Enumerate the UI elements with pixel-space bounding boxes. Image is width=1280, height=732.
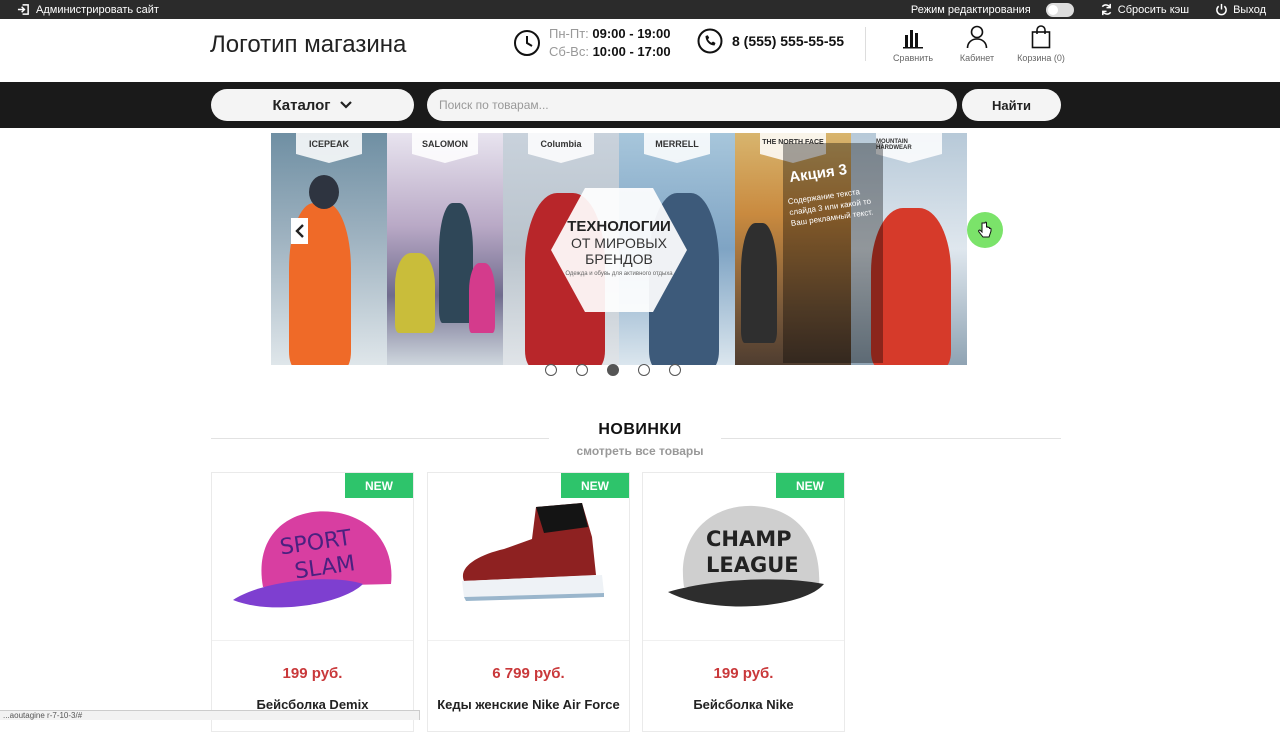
slider-dot-1[interactable] — [545, 364, 557, 376]
hiker-figure-2 — [439, 203, 473, 323]
header-divider — [865, 27, 866, 61]
hours-time-1: 09:00 - 19:00 — [592, 26, 671, 41]
slider-dot-4[interactable] — [638, 364, 650, 376]
promo-text: Содержание текста слайда 3 или какой то … — [787, 187, 874, 228]
admin-bar: Администрировать сайт Режим редактирован… — [0, 0, 1280, 19]
compare-label: Сравнить — [892, 53, 934, 63]
climber-figure-red — [871, 208, 951, 365]
phone-icon — [697, 28, 723, 54]
slide-panel-salomon: SALOMON — [387, 133, 503, 365]
product-name[interactable]: Бейсболка Nike — [643, 697, 844, 712]
edit-mode-toggle[interactable]: Режим редактирования — [910, 2, 1074, 17]
hours-time-2: 10:00 - 17:00 — [592, 44, 671, 59]
svg-text:LEAGUE: LEAGUE — [706, 553, 799, 577]
phone-number[interactable]: 8 (555) 555-55-55 — [732, 33, 844, 49]
hex-line-3: БРЕНДОВ — [585, 251, 653, 267]
clock-icon — [514, 30, 540, 56]
toggle-switch[interactable] — [1045, 2, 1074, 17]
compare-button[interactable]: Сравнить — [882, 23, 944, 63]
hex-line-2: ОТ МИРОВЫХ — [570, 235, 668, 251]
hours-days-2: Сб-Вс: — [549, 44, 589, 59]
bag-icon — [1031, 25, 1051, 49]
product-image[interactable]: SPORT SLAM — [212, 473, 413, 641]
browser-status-url: ...aoutagine r-7-10-3/# — [0, 710, 420, 720]
admin-site-link[interactable]: Администрировать сайт — [17, 0, 159, 19]
catalog-button[interactable]: Каталог — [211, 89, 414, 121]
product-price: 199 руб. — [282, 665, 343, 682]
product-card[interactable]: SPORT SLAM NEW 199 руб. Бейсболка Demix — [211, 472, 414, 732]
cart-label: Корзина (0) — [1017, 53, 1065, 63]
edit-mode-label: Режим редактирования — [910, 3, 1031, 16]
slider-prev-button[interactable] — [291, 218, 308, 244]
hours-days-1: Пн-Пт: — [549, 26, 589, 41]
product-price: 6 799 руб. — [492, 665, 565, 682]
logout-label: Выход — [1233, 3, 1266, 16]
product-image[interactable] — [428, 473, 629, 641]
search-button[interactable]: Найти — [962, 89, 1061, 121]
svg-text:CHAMP: CHAMP — [706, 527, 792, 551]
hiker-figure-3 — [469, 263, 495, 333]
refresh-icon — [1101, 3, 1112, 16]
chart-icon — [903, 30, 923, 49]
slide-panel-icepeak: ICEPEAK — [271, 133, 387, 365]
power-icon — [1216, 3, 1227, 16]
promo-title: Акция 3 — [788, 161, 849, 187]
product-card[interactable]: NEW 6 799 руб. Кеды женские Nike Air For… — [427, 472, 630, 732]
grey-cap-image: CHAMP LEAGUE — [667, 505, 824, 606]
brand-tag-icepeak: ICEPEAK — [296, 133, 362, 163]
hex-title: ТЕХНОЛОГИИ — [567, 218, 671, 235]
pink-cap-image: SPORT SLAM — [232, 510, 391, 607]
view-all-link[interactable]: смотреть все товары — [0, 444, 1280, 458]
new-badge: NEW — [561, 473, 629, 498]
phone-block: 8 (555) 555-55-55 — [697, 28, 844, 54]
logout-button[interactable]: Выход — [1215, 3, 1266, 16]
brand-tag-salomon: SALOMON — [412, 133, 478, 163]
product-card[interactable]: CHAMP LEAGUE NEW 199 руб. Бейсболка Nike — [642, 472, 845, 732]
hiker-figure — [395, 253, 435, 333]
slider-dot-2[interactable] — [576, 364, 588, 376]
climber-figure — [741, 223, 777, 343]
sneaker-image — [461, 502, 604, 601]
new-badge: NEW — [345, 473, 413, 498]
section-title: НОВИНКИ — [598, 421, 682, 438]
admin-site-label: Администрировать сайт — [36, 3, 159, 16]
account-button[interactable]: Кабинет — [946, 23, 1008, 63]
slider-dots — [545, 364, 681, 376]
product-price: 199 руб. — [713, 665, 774, 682]
chevron-down-icon — [339, 101, 352, 109]
login-icon — [17, 4, 29, 15]
user-icon — [966, 25, 988, 49]
person-head — [309, 175, 339, 209]
hand-cursor-icon — [978, 221, 992, 238]
product-image[interactable]: CHAMP LEAGUE — [643, 473, 844, 641]
store-logo[interactable]: Логотип магазина — [210, 31, 406, 59]
cart-button[interactable]: Корзина (0) — [1010, 23, 1072, 63]
product-name[interactable]: Кеды женские Nike Air Force — [428, 697, 629, 712]
reset-cache-button[interactable]: Сбросить кэш — [1100, 3, 1189, 16]
brand-tag-merrell: MERRELL — [644, 133, 710, 163]
catalog-label: Каталог — [272, 96, 331, 114]
slide-promo-caption: Акция 3 Содержание текста слайда 3 или к… — [783, 143, 883, 363]
slider-dot-3[interactable] — [607, 364, 619, 376]
header-actions: Сравнить Кабинет Корзина (0) — [882, 23, 1072, 63]
brand-tag-columbia: Columbia — [528, 133, 594, 163]
chevron-left-icon — [294, 224, 304, 238]
search-input[interactable] — [427, 89, 957, 121]
brand-tag-mountainhardwear: MOUNTAIN HARDWEAR — [876, 133, 942, 163]
search-bar: Каталог Найти — [0, 82, 1280, 128]
working-hours: Пн-Пт: 09:00 - 19:00 Сб-Вс: 10:00 - 17:0… — [513, 25, 671, 61]
hero-slider[interactable]: ICEPEAK SALOMON Columbia MERRELL THE NOR… — [271, 133, 967, 365]
reset-cache-label: Сбросить кэш — [1117, 3, 1190, 16]
new-badge: NEW — [776, 473, 844, 498]
slider-dot-5[interactable] — [669, 364, 681, 376]
slider-next-button[interactable] — [967, 212, 1003, 248]
site-header: Логотип магазина Пн-Пт: 09:00 - 19:00 Сб… — [0, 19, 1280, 82]
hex-small-text: Одежда и обувь для активного отдыха — [565, 271, 673, 277]
account-label: Кабинет — [959, 53, 995, 63]
